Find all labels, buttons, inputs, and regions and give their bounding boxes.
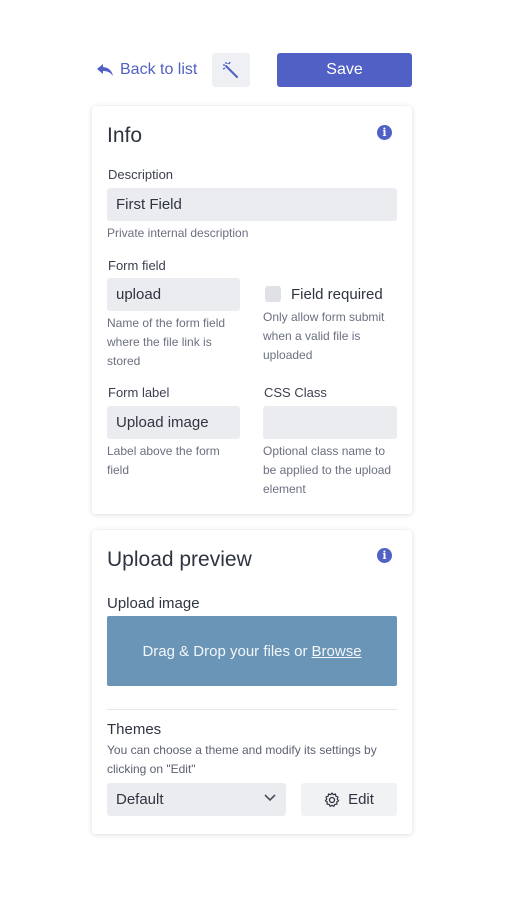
css-class-input[interactable] [263, 406, 397, 439]
css-class-label: CSS Class [264, 385, 327, 400]
magic-wand-icon [222, 61, 238, 78]
back-to-list-label: Back to list [120, 61, 198, 78]
help-line: Only allow form submit [263, 310, 385, 324]
form-label-input[interactable]: Upload image [107, 406, 240, 439]
chevron-down-icon [264, 794, 276, 802]
help-line: field [107, 463, 130, 477]
upload-preview-title: Upload preview [107, 548, 252, 571]
help-line: You can choose a theme and modify its se… [107, 743, 377, 757]
help-line: Optional class name to [263, 444, 386, 458]
description-help: Private internal description [107, 226, 249, 240]
form-label-help: Label above the form field [107, 442, 220, 480]
browse-link[interactable]: Browse [312, 643, 362, 660]
form-field-help: Name of the form field where the file li… [107, 314, 225, 371]
divider [107, 709, 397, 710]
help-line: clicking on "Edit" [107, 762, 196, 776]
help-line: where the file link is [107, 335, 212, 349]
info-card-title: Info [107, 124, 143, 147]
toolbar: Back to list Save [0, 0, 506, 100]
form-field-label: Form field [108, 258, 166, 273]
theme-select[interactable]: Default [107, 783, 286, 816]
form-field-input[interactable]: upload [107, 278, 240, 311]
upload-preview-card: Upload preview i Upload image Drag & Dro… [92, 530, 412, 834]
help-line: stored [107, 354, 141, 368]
help-line: element [263, 482, 306, 496]
save-button[interactable]: Save [277, 53, 412, 87]
file-dropzone[interactable]: Drag & Drop your files or Browse [107, 616, 397, 686]
description-input[interactable]: First Field [107, 188, 397, 221]
help-line: Label above the form [107, 444, 220, 458]
gear-icon [324, 791, 340, 807]
reply-arrow-icon [97, 64, 113, 76]
edit-label: Edit [348, 791, 374, 808]
dropzone-text: Drag & Drop your files or [142, 642, 308, 660]
help-line: uploaded [263, 348, 313, 362]
help-line: Name of the form field [107, 316, 226, 330]
theme-select-value: Default [116, 791, 164, 808]
help-line: when a valid file is [263, 329, 361, 343]
magic-wand-button[interactable] [212, 53, 250, 87]
form-label-label: Form label [108, 385, 170, 400]
info-icon[interactable]: i [377, 125, 392, 140]
field-required-label[interactable]: Field required [291, 286, 383, 303]
info-icon[interactable]: i [377, 548, 392, 563]
help-line: be applied to the upload [263, 463, 392, 477]
themes-help: You can choose a theme and modify its se… [107, 741, 377, 779]
info-card: Info i Description First Field Private i… [92, 106, 412, 514]
back-to-list-link[interactable]: Back to list [96, 58, 197, 82]
themes-label: Themes [107, 721, 162, 738]
description-label: Description [108, 167, 174, 182]
field-required-checkbox[interactable] [265, 286, 281, 302]
css-class-help: Optional class name to be applied to the… [263, 442, 391, 499]
upload-image-label: Upload image [107, 595, 200, 612]
field-required-help: Only allow form submit when a valid file… [263, 308, 384, 365]
edit-theme-button[interactable]: Edit [301, 783, 397, 816]
